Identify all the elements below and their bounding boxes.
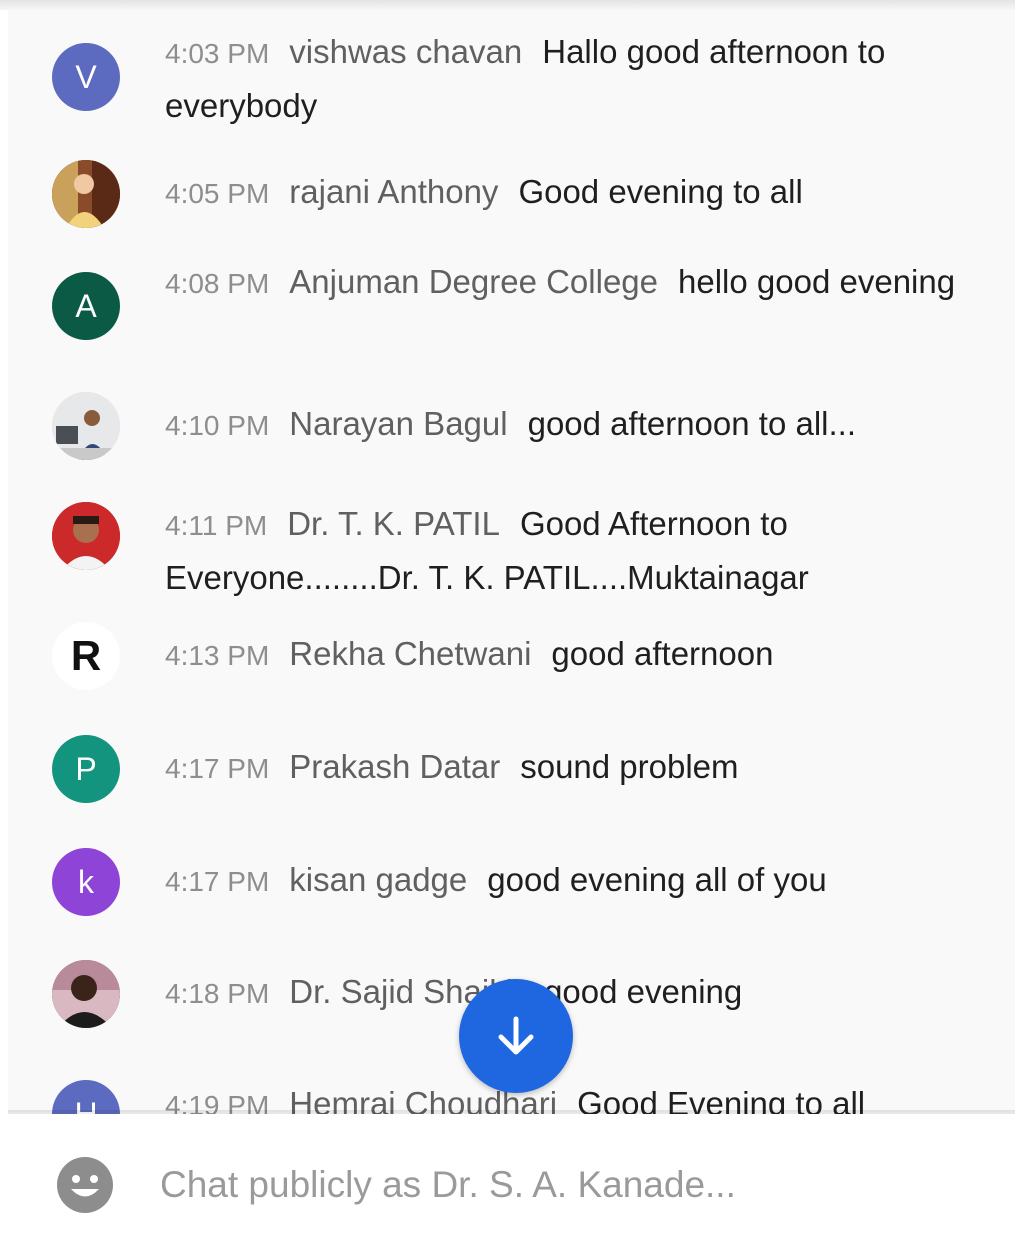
- message-timestamp: 4:13 PM: [165, 640, 270, 671]
- avatar-letter: R: [70, 632, 102, 679]
- person-photo-icon: [52, 392, 120, 460]
- chat-message-list[interactable]: V 4:03 PM vishwas chavan Hallo good aftern…: [8, 10, 1015, 1114]
- message-content: 4:13 PM Rekha Chetwani good afternoon: [165, 628, 965, 682]
- person-photo-icon: [52, 160, 120, 228]
- avatar-photo[interactable]: [52, 392, 120, 460]
- message-text: hello good evening: [678, 263, 956, 300]
- message-timestamp: 4:11 PM: [165, 510, 268, 541]
- message-text: sound problem: [520, 748, 739, 785]
- chat-input[interactable]: [160, 1152, 960, 1218]
- message-author[interactable]: Prakash Datar: [289, 748, 500, 785]
- message-timestamp: 4:03 PM: [165, 38, 270, 69]
- top-edge: [0, 0, 1015, 10]
- arrow-down-icon: [498, 1016, 534, 1055]
- message-text: good evening all of you: [487, 861, 827, 898]
- message-text: Good evening to all: [518, 173, 803, 210]
- avatar-letter: P: [75, 750, 97, 787]
- message-timestamp: 4:17 PM: [165, 866, 270, 897]
- scroll-to-bottom-button[interactable]: [459, 979, 573, 1093]
- message-content: 4:05 PM rajani Anthony Good evening to all: [165, 166, 965, 220]
- avatar[interactable]: A: [52, 272, 120, 340]
- message-content: 4:19 PM Hemraj Choudhari Good Evening to a…: [165, 1078, 965, 1114]
- message-text: Hallo good afternoon to everybody: [165, 33, 886, 124]
- avatar[interactable]: R: [52, 622, 120, 690]
- avatar-letter: k: [78, 863, 94, 900]
- live-chat-screen: V 4:03 PM vishwas chavan Hallo good aftern…: [0, 0, 1015, 1242]
- message-content: 4:10 PM Narayan Bagul good afternoon to al…: [165, 398, 965, 452]
- message-author[interactable]: Rekha Chetwani: [289, 635, 531, 672]
- message-author[interactable]: Narayan Bagul: [289, 405, 507, 442]
- avatar[interactable]: V: [52, 43, 120, 111]
- emoji-button[interactable]: [56, 1156, 114, 1214]
- avatar-photo[interactable]: [52, 160, 120, 228]
- message-text: good evening: [544, 973, 743, 1010]
- message-author[interactable]: kisan gadge: [289, 861, 467, 898]
- message-text: good afternoon: [551, 635, 774, 672]
- message-timestamp: 4:08 PM: [165, 268, 270, 299]
- message-timestamp: 4:17 PM: [165, 753, 270, 784]
- person-photo-icon: [52, 502, 120, 570]
- avatar[interactable]: P: [52, 735, 120, 803]
- message-author[interactable]: rajani Anthony: [289, 173, 498, 210]
- smiley-face-icon: [57, 1157, 113, 1213]
- avatar-photo[interactable]: [52, 960, 120, 1028]
- message-author[interactable]: Anjuman Degree College: [289, 263, 658, 300]
- message-content: 4:08 PM Anjuman Degree College hello good …: [165, 256, 965, 310]
- avatar-letter: A: [75, 287, 97, 324]
- message-text: good afternoon to all...: [527, 405, 856, 442]
- message-content: 4:03 PM vishwas chavan Hallo good afternoo…: [165, 26, 965, 132]
- message-content: 4:17 PM kisan gadge good evening all of yo…: [165, 854, 965, 908]
- avatar-photo[interactable]: [52, 502, 120, 570]
- chat-input-bar: [0, 1114, 1015, 1242]
- person-photo-icon: [52, 960, 120, 1028]
- message-timestamp: 4:18 PM: [165, 978, 270, 1009]
- message-timestamp: 4:05 PM: [165, 178, 270, 209]
- message-author[interactable]: Dr. T. K. PATIL: [287, 505, 500, 542]
- avatar[interactable]: k: [52, 848, 120, 916]
- message-content: 4:11 PM Dr. T. K. PATIL Good Afternoon to …: [165, 498, 965, 604]
- message-author[interactable]: vishwas chavan: [289, 33, 522, 70]
- avatar[interactable]: H: [52, 1080, 120, 1114]
- message-timestamp: 4:10 PM: [165, 410, 270, 441]
- message-content: 4:17 PM Prakash Datar sound problem: [165, 741, 965, 795]
- avatar-letter: V: [75, 58, 97, 95]
